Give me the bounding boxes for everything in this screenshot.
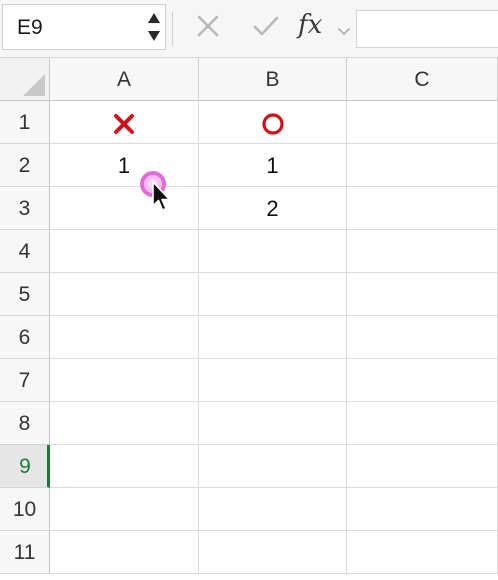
cell-a3[interactable] [50, 187, 199, 230]
cell-c8[interactable] [347, 402, 498, 445]
row-header-9[interactable]: 9 [0, 445, 50, 488]
cell-a1[interactable] [50, 101, 199, 144]
row-header-1[interactable]: 1 [0, 101, 50, 144]
cell-c6[interactable] [347, 316, 498, 359]
column-header-c[interactable]: C [347, 58, 498, 101]
row-header-7[interactable]: 7 [0, 359, 50, 402]
stepper-up-icon[interactable] [148, 13, 160, 23]
cell-b3[interactable]: 2 [199, 187, 347, 230]
cell-b2[interactable]: 1 [199, 144, 347, 187]
cell-b10[interactable] [199, 488, 347, 531]
formula-input[interactable] [356, 10, 498, 48]
insert-function-button[interactable]: fx [298, 10, 322, 40]
formula-bar-divider [172, 12, 173, 46]
cell-a8[interactable] [50, 402, 199, 445]
cell-c9[interactable] [347, 445, 498, 488]
cell-b9[interactable] [199, 445, 347, 488]
select-all-corner[interactable] [0, 58, 50, 101]
name-box-value[interactable]: E9 [17, 17, 43, 39]
chevron-down-icon[interactable] [337, 24, 351, 42]
cell-c7[interactable] [347, 359, 498, 402]
cell-b1[interactable] [199, 101, 347, 144]
name-box-stepper[interactable] [146, 9, 162, 45]
cell-a11[interactable] [50, 531, 199, 574]
cell-c10[interactable] [347, 488, 498, 531]
name-box[interactable]: E9 [2, 4, 166, 50]
cell-c1[interactable] [347, 101, 498, 144]
cell-c3[interactable] [347, 187, 498, 230]
column-header-a[interactable]: A [50, 58, 199, 101]
row-header-5[interactable]: 5 [0, 273, 50, 316]
cell-b8[interactable] [199, 402, 347, 445]
cell-a2[interactable]: 1 [50, 144, 199, 187]
row-header-3[interactable]: 3 [0, 187, 50, 230]
cell-c4[interactable] [347, 230, 498, 273]
row-header-2[interactable]: 2 [0, 144, 50, 187]
cross-mark-icon [114, 114, 134, 135]
cell-a4[interactable] [50, 230, 199, 273]
cell-a7[interactable] [50, 359, 199, 402]
cell-b4[interactable] [199, 230, 347, 273]
formula-bar: E9 fx [0, 0, 498, 58]
row-header-10[interactable]: 10 [0, 488, 50, 531]
sheet-grid: A B C 1 2 3 4 5 6 7 8 9 10 11 1 1 2 [0, 58, 498, 580]
cell-c2[interactable] [347, 144, 498, 187]
spreadsheet-window: E9 fx A B C 1 2 3 4 5 6 7 8 9 10 11 1 1 … [0, 0, 498, 580]
confirm-icon[interactable] [252, 14, 280, 43]
cell-b11[interactable] [199, 531, 347, 574]
cell-b5[interactable] [199, 273, 347, 316]
cell-c5[interactable] [347, 273, 498, 316]
row-header-8[interactable]: 8 [0, 402, 50, 445]
cell-a9[interactable] [50, 445, 199, 488]
circle-mark-icon [261, 113, 284, 135]
row-header-4[interactable]: 4 [0, 230, 50, 273]
cancel-icon[interactable] [196, 14, 220, 43]
stepper-down-icon[interactable] [148, 31, 160, 41]
cell-a6[interactable] [50, 316, 199, 359]
row-header-11[interactable]: 11 [0, 531, 50, 574]
cell-b6[interactable] [199, 316, 347, 359]
row-header-6[interactable]: 6 [0, 316, 50, 359]
cell-c11[interactable] [347, 531, 498, 574]
cell-a10[interactable] [50, 488, 199, 531]
column-header-b[interactable]: B [199, 58, 347, 101]
cell-b7[interactable] [199, 359, 347, 402]
cell-a5[interactable] [50, 273, 199, 316]
